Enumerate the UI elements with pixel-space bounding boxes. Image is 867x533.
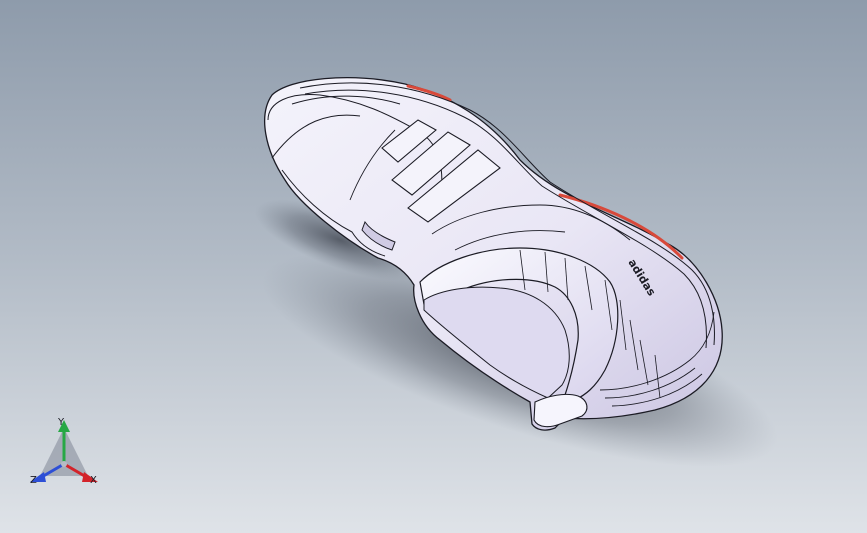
view-orientation-triad[interactable]: Y X Z xyxy=(22,418,106,492)
z-axis-label: Z xyxy=(30,475,37,486)
graphics-viewport[interactable]: adidas Y X Z xyxy=(0,0,867,533)
shoe-sole-model[interactable]: adidas xyxy=(0,0,867,533)
y-axis-label: Y xyxy=(58,417,65,428)
x-axis-label: X xyxy=(90,475,97,486)
triad-origin xyxy=(61,461,67,467)
